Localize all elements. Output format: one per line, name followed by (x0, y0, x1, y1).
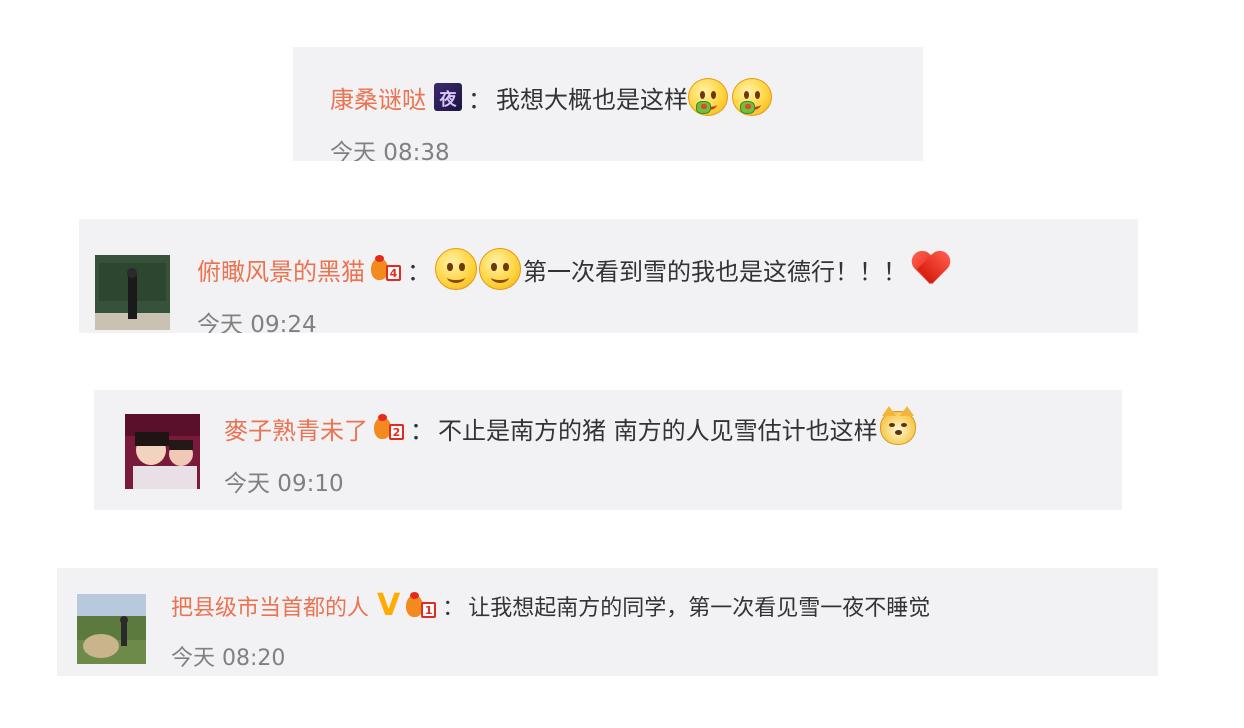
username-link[interactable]: 把县级市当首都的人 (171, 590, 369, 622)
comment-card: 麥子熟青未了 2 ： 不止是南方的猪 南方的人见雪估计也这样 今天 09:10 (94, 390, 1122, 510)
comment-time: 今天 09:10 (224, 471, 344, 497)
comment-card: 把县级市当首都的人 V 1 ： 让我想起南方的同学，第一次看见雪一夜不睡觉 今天… (57, 568, 1158, 676)
username-link[interactable]: 俯瞰风景的黑猫 (197, 252, 365, 287)
avatar[interactable] (95, 255, 170, 330)
avatar-photo (95, 255, 170, 330)
vip-crown-icon: 2 (374, 414, 404, 442)
avatar[interactable] (125, 414, 200, 489)
comment-line: 俯瞰风景的黑猫 4 ： 第一次看到雪的我也是这德行！！！ (197, 247, 951, 291)
colon: ： (468, 85, 492, 114)
comment-text: 不止是南方的猪 南方的人见雪估计也这样 (438, 416, 878, 445)
comment-time: 今天 08:38 (330, 140, 450, 161)
colon: ： (410, 416, 434, 445)
vip-level: 2 (389, 424, 404, 440)
colon: ： (442, 596, 465, 621)
comment-line: 麥子熟青未了 2 ： 不止是南方的猪 南方的人见雪估计也这样 (224, 406, 916, 448)
night-badge-icon: 夜 (434, 83, 462, 111)
vip-crown-icon: 1 (406, 592, 437, 620)
username-link[interactable]: 康桑谜哒 (330, 80, 426, 115)
avatar-photo (125, 414, 200, 489)
avatar-photo (77, 594, 146, 664)
comment-text: 第一次看到雪的我也是这德行！！！ (523, 257, 907, 286)
username-link[interactable]: 麥子熟青未了 (224, 411, 368, 446)
yum-face-icon (732, 78, 772, 116)
avatar[interactable] (77, 594, 146, 664)
comment-text: 让我想起南方的同学，第一次看见雪一夜不睡觉 (468, 596, 931, 621)
vip-crown-icon: 4 (371, 255, 401, 283)
comment-line: 把县级市当首都的人 V 1 ： 让我想起南方的同学，第一次看见雪一夜不睡觉 (171, 588, 930, 624)
comment-text: 我想大概也是这样 (496, 85, 688, 114)
verified-v-icon: V (377, 588, 401, 623)
smile-face-icon (479, 248, 521, 290)
smile-face-icon (435, 248, 477, 290)
heart-icon (911, 251, 951, 287)
comment-card: 俯瞰风景的黑猫 4 ： 第一次看到雪的我也是这德行！！！ 今天 09:24 (79, 219, 1138, 333)
comment-time: 今天 09:24 (197, 312, 317, 333)
vip-level: 4 (386, 265, 401, 281)
yum-face-icon (688, 78, 728, 116)
comment-line: 康桑谜哒 夜 ： 我想大概也是这样 (330, 77, 772, 117)
comment-card: 康桑谜哒 夜 ： 我想大概也是这样 今天 08:38 (293, 47, 923, 161)
comment-time: 今天 08:20 (171, 646, 286, 671)
vip-level: 1 (421, 602, 437, 618)
colon: ： (407, 257, 431, 286)
doge-icon (879, 406, 916, 445)
